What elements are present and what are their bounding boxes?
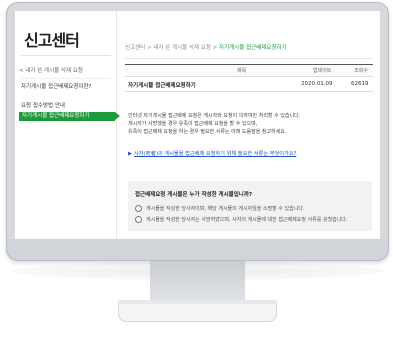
radio-button[interactable] — [135, 216, 142, 223]
post-title: 자기게시물 접근배제요청하기 — [128, 83, 196, 89]
divider — [21, 55, 111, 56]
option-deceased[interactable]: 게시물을 작성한 당사자는 사망하였으며, 사자의 게시물에 대한 접근배제요청… — [135, 216, 348, 223]
table-row: 자기게시물 접근배제요청하기 2020.01.09 62619 — [125, 77, 373, 92]
question-box: 접근배제요청 게시물은 누가 작성한 게시물입니까? 게시물을 작성한 당사자이… — [128, 181, 372, 231]
breadcrumb: 신고센터 > 내가 쓴 게시물 삭제 요청 > 자기게시물 접근배제요청하기 — [125, 43, 287, 51]
brand-title: 신고센터 — [24, 31, 80, 50]
description-line: 유족이 접근배제 요청을 하는 경우 필요한 서류는 아래 도움말을 참고하세요… — [128, 129, 287, 135]
sidebar: 신고센터 < 내가 쓴 게시물 삭제 요청 자기게시물 접근배제요청이란? 요청… — [15, 11, 120, 244]
help-link-text[interactable]: 사자(死者)의 게시물을 접근배제 요청하기 위해 필요한 서류는 무엇이가요? — [134, 151, 296, 157]
breadcrumb-current: 자기게시물 접근배제요청하기 — [219, 45, 287, 51]
help-link[interactable]: ▶ 사자(死者)의 게시물을 접근배제 요청하기 위해 필요한 서류는 무엇이가요… — [128, 150, 296, 157]
monitor-stand-base-top — [120, 300, 275, 304]
monitor-bezel: 신고센터 < 내가 쓴 게시물 삭제 요청 자기게시물 접근배제요청이란? 요청… — [6, 2, 389, 261]
description-line: 인터넷 자기게시물 접근배제 요청은 게시자와 요청이 의하여만 처리할 수 있… — [128, 113, 301, 119]
sidebar-item-request[interactable]: 자기게시물 접근배제요청하기 — [19, 112, 120, 121]
divider — [125, 58, 373, 59]
description: 인터넷 자기게시물 접근배제 요청은 게시자와 요청이 의하여만 처리할 수 있… — [128, 112, 372, 136]
radio-button[interactable] — [135, 205, 142, 212]
post-views: 62619 — [351, 81, 369, 87]
option-label: 게시물을 작성한 당사자는 사망하였으며, 사자의 게시물에 대한 접근배제요청… — [146, 217, 348, 223]
option-label: 게시물을 작성한 당사자이며, 해당 게시물의 게시자임을 소명할 수 있습니다… — [146, 206, 305, 212]
header-views: 조회수 — [354, 68, 368, 74]
breadcrumb-path[interactable]: 신고센터 > 내가 쓴 게시물 삭제 요청 > — [125, 45, 219, 51]
back-link[interactable]: < 내가 쓴 게시물 삭제 요청 — [19, 66, 83, 74]
table-header: 제목 업데이트 조회수 — [125, 64, 373, 77]
header-date: 업데이트 — [313, 68, 332, 74]
divider — [21, 78, 111, 79]
description-line: 게시자가 사망했을 경우 유족이 접근배제 요청을 할 수 있으며, — [128, 121, 258, 127]
header-title: 제목 — [237, 68, 247, 74]
post-date: 2020.01.09 — [301, 81, 333, 87]
post-table: 제목 업데이트 조회수 자기게시물 접근배제요청하기 2020.01.09 62… — [125, 64, 373, 92]
sidebar-item-about[interactable]: 자기게시물 접근배제요청이란? — [21, 84, 109, 91]
question-title: 접근배제요청 게시물은 누가 작성한 게시물입니까? — [135, 192, 253, 198]
sidebar-item-guide[interactable]: 요청 접수방법 안내 — [21, 103, 109, 110]
monitor-screen: 신고센터 < 내가 쓴 게시물 삭제 요청 자기게시물 접근배제요청이란? 요청… — [15, 11, 380, 244]
triangle-right-icon: ▶ — [128, 151, 132, 157]
monitor-chin — [6, 239, 389, 261]
option-self[interactable]: 게시물을 작성한 당사자이며, 해당 게시물의 게시자임을 소명할 수 있습니다… — [135, 205, 305, 212]
